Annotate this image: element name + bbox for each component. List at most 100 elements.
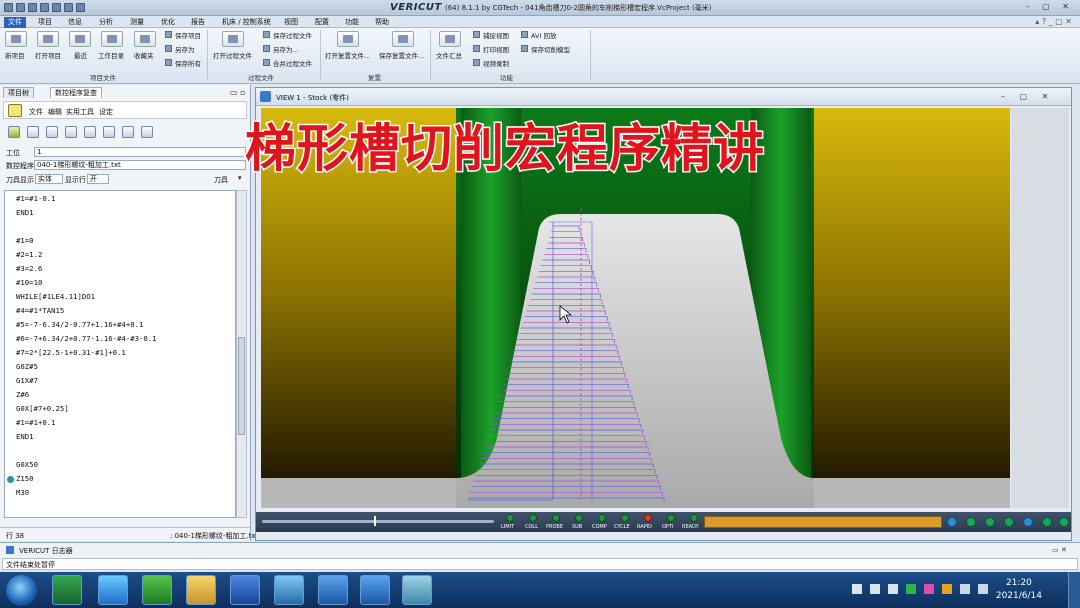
refresh-icon[interactable] bbox=[8, 126, 20, 138]
pencil-icon[interactable] bbox=[8, 104, 22, 117]
excel-icon[interactable] bbox=[52, 575, 82, 605]
code-line[interactable]: #10=10 bbox=[16, 278, 42, 287]
word-icon[interactable] bbox=[230, 575, 260, 605]
code-line[interactable]: #1=#1-0.1 bbox=[16, 194, 56, 203]
code-line[interactable]: #1=#1+0.1 bbox=[16, 418, 56, 427]
workdir-button[interactable]: 工作目录 bbox=[98, 50, 124, 60]
open-reset-icon[interactable] bbox=[337, 31, 359, 47]
code-line[interactable]: G0X[#7+0.25] bbox=[16, 404, 69, 413]
vericut-second-icon[interactable] bbox=[360, 575, 390, 605]
step-forward-icon[interactable] bbox=[1042, 517, 1052, 527]
open-process-icon[interactable] bbox=[222, 31, 244, 47]
code-scrollbar[interactable] bbox=[236, 190, 247, 518]
menu-config[interactable]: 配置 bbox=[311, 17, 333, 28]
new-project-icon[interactable] bbox=[5, 31, 27, 47]
reset-icon[interactable] bbox=[947, 517, 957, 527]
start-orb-icon[interactable] bbox=[6, 575, 37, 606]
nc-code-listing[interactable]: #1=#1-0.1 END1 #1=0 #2=1.2 #3=2.6 #10=10… bbox=[4, 190, 236, 518]
tab-project-tree[interactable]: 项目树 bbox=[3, 87, 34, 98]
view-window-controls[interactable]: – ▢ ✕ bbox=[1001, 92, 1054, 101]
code-line[interactable]: #3=2.6 bbox=[16, 264, 42, 273]
save-icon[interactable] bbox=[16, 3, 25, 12]
menu-view[interactable]: 视图 bbox=[280, 17, 302, 28]
code-line[interactable]: #4=#1*TAN15 bbox=[16, 306, 64, 315]
code-line[interactable]: #6=-7+6.34/2+0.77-1.16-#4-#3-0.1 bbox=[16, 334, 157, 343]
favorites-button[interactable]: 收藏夹 bbox=[134, 50, 154, 60]
menu-project[interactable]: 项目 bbox=[34, 17, 56, 28]
new-project-button[interactable]: 新项目 bbox=[5, 50, 25, 60]
ie-icon[interactable] bbox=[98, 575, 128, 605]
print-view-button[interactable]: 打印视图 bbox=[483, 44, 509, 54]
menu-machine[interactable]: 机床 / 控制系统 bbox=[218, 17, 275, 28]
code-line[interactable]: Z#6 bbox=[16, 390, 29, 399]
copy-icon[interactable] bbox=[46, 126, 58, 138]
speed-slider-thumb[interactable] bbox=[374, 516, 376, 526]
menu-analysis[interactable]: 分析 bbox=[95, 17, 117, 28]
file-summary-icon[interactable] bbox=[439, 31, 461, 47]
ribbon-controls[interactable]: ▴ ? _ ▢ ✕ bbox=[1035, 17, 1072, 26]
app-icon[interactable] bbox=[4, 3, 13, 12]
code-line-current[interactable]: Z150 bbox=[16, 474, 34, 483]
submenu-settings[interactable]: 设定 bbox=[99, 107, 113, 117]
scrollbar-thumb[interactable] bbox=[238, 337, 245, 435]
clock[interactable]: 21:20 2021/6/14 bbox=[996, 577, 1042, 603]
save-reset-icon[interactable] bbox=[392, 31, 414, 47]
undo-icon[interactable] bbox=[84, 126, 96, 138]
play-icon[interactable] bbox=[1059, 517, 1069, 527]
log-window-controls[interactable]: ▭ ✕ bbox=[1052, 546, 1067, 554]
submenu-utilities[interactable]: 实用工具 bbox=[66, 107, 94, 117]
avi-play-button[interactable]: AVI 回放 bbox=[531, 30, 556, 40]
pause-icon[interactable] bbox=[1023, 517, 1033, 527]
panel-pin-icon[interactable]: ▭ ▫ bbox=[230, 88, 246, 97]
save-as-button[interactable]: 另存为 bbox=[175, 44, 195, 54]
tool-display-select[interactable]: 实体 bbox=[35, 174, 63, 184]
file-summary-button[interactable]: 文件汇总 bbox=[436, 50, 462, 60]
menu-info[interactable]: 信息 bbox=[64, 17, 86, 28]
show-line-select[interactable]: 开 bbox=[87, 174, 109, 184]
code-line[interactable]: WHILE[#1LE4.11]DO1 bbox=[16, 292, 95, 301]
folder-icon[interactable] bbox=[186, 575, 216, 605]
rewind-icon[interactable] bbox=[985, 517, 995, 527]
open-project-icon[interactable] bbox=[37, 31, 59, 47]
save-cut-model-button[interactable]: 保存切削模型 bbox=[531, 44, 570, 54]
columns-icon[interactable] bbox=[122, 126, 134, 138]
code-line[interactable]: #2=1.2 bbox=[16, 250, 42, 259]
code-line[interactable]: END1 bbox=[16, 432, 34, 441]
save-reset-button[interactable]: 保存复置文件... bbox=[379, 50, 424, 60]
window-controls[interactable]: – ▢ ✕ bbox=[1026, 2, 1074, 11]
menu-report[interactable]: 报告 bbox=[187, 17, 209, 28]
open-project-button[interactable]: 打开项目 bbox=[35, 50, 61, 60]
code-line[interactable]: G0Z#5 bbox=[16, 362, 38, 371]
recent-icon[interactable] bbox=[69, 31, 91, 47]
process-save-as-button[interactable]: 另存为... bbox=[273, 44, 299, 54]
favorites-icon[interactable] bbox=[134, 31, 156, 47]
video-record-button[interactable]: 视频录制 bbox=[483, 58, 509, 68]
undo-icon[interactable] bbox=[28, 3, 37, 12]
save-project-button[interactable]: 保存项目 bbox=[175, 30, 201, 40]
menu-file[interactable]: 文件 bbox=[4, 17, 26, 28]
workdir-icon[interactable] bbox=[101, 31, 123, 47]
play-icon[interactable] bbox=[52, 3, 61, 12]
station-select[interactable]: 1 bbox=[34, 147, 246, 157]
speed-slider[interactable] bbox=[262, 520, 494, 523]
app-box-icon[interactable] bbox=[402, 575, 432, 605]
tab-nc-review[interactable]: 数控程序复查 bbox=[50, 87, 102, 98]
open-process-button[interactable]: 打开过程文件 bbox=[213, 50, 252, 60]
tool-icon[interactable] bbox=[27, 126, 39, 138]
show-desktop-button[interactable] bbox=[1068, 572, 1080, 608]
menu-optimize[interactable]: 优化 bbox=[157, 17, 179, 28]
step-back-icon[interactable] bbox=[966, 517, 976, 527]
app-blue-icon[interactable] bbox=[274, 575, 304, 605]
find-icon[interactable] bbox=[65, 126, 77, 138]
recent-button[interactable]: 最近 bbox=[74, 50, 87, 60]
fast-back-icon[interactable] bbox=[1004, 517, 1014, 527]
save-all-button[interactable]: 保存所有 bbox=[175, 58, 201, 68]
merge-process-button[interactable]: 合并过程文件 bbox=[273, 58, 312, 68]
code-line[interactable]: G1X#7 bbox=[16, 376, 38, 385]
code-line[interactable]: #5=-7-6.34/2-0.77+1.16+#4+0.1 bbox=[16, 320, 143, 329]
window-icon[interactable] bbox=[64, 3, 73, 12]
capture-view-button[interactable]: 捕捉视图 bbox=[483, 30, 509, 40]
menu-measure[interactable]: 测量 bbox=[126, 17, 148, 28]
redo-icon[interactable] bbox=[40, 3, 49, 12]
open-reset-button[interactable]: 打开复置文件... bbox=[325, 50, 370, 60]
